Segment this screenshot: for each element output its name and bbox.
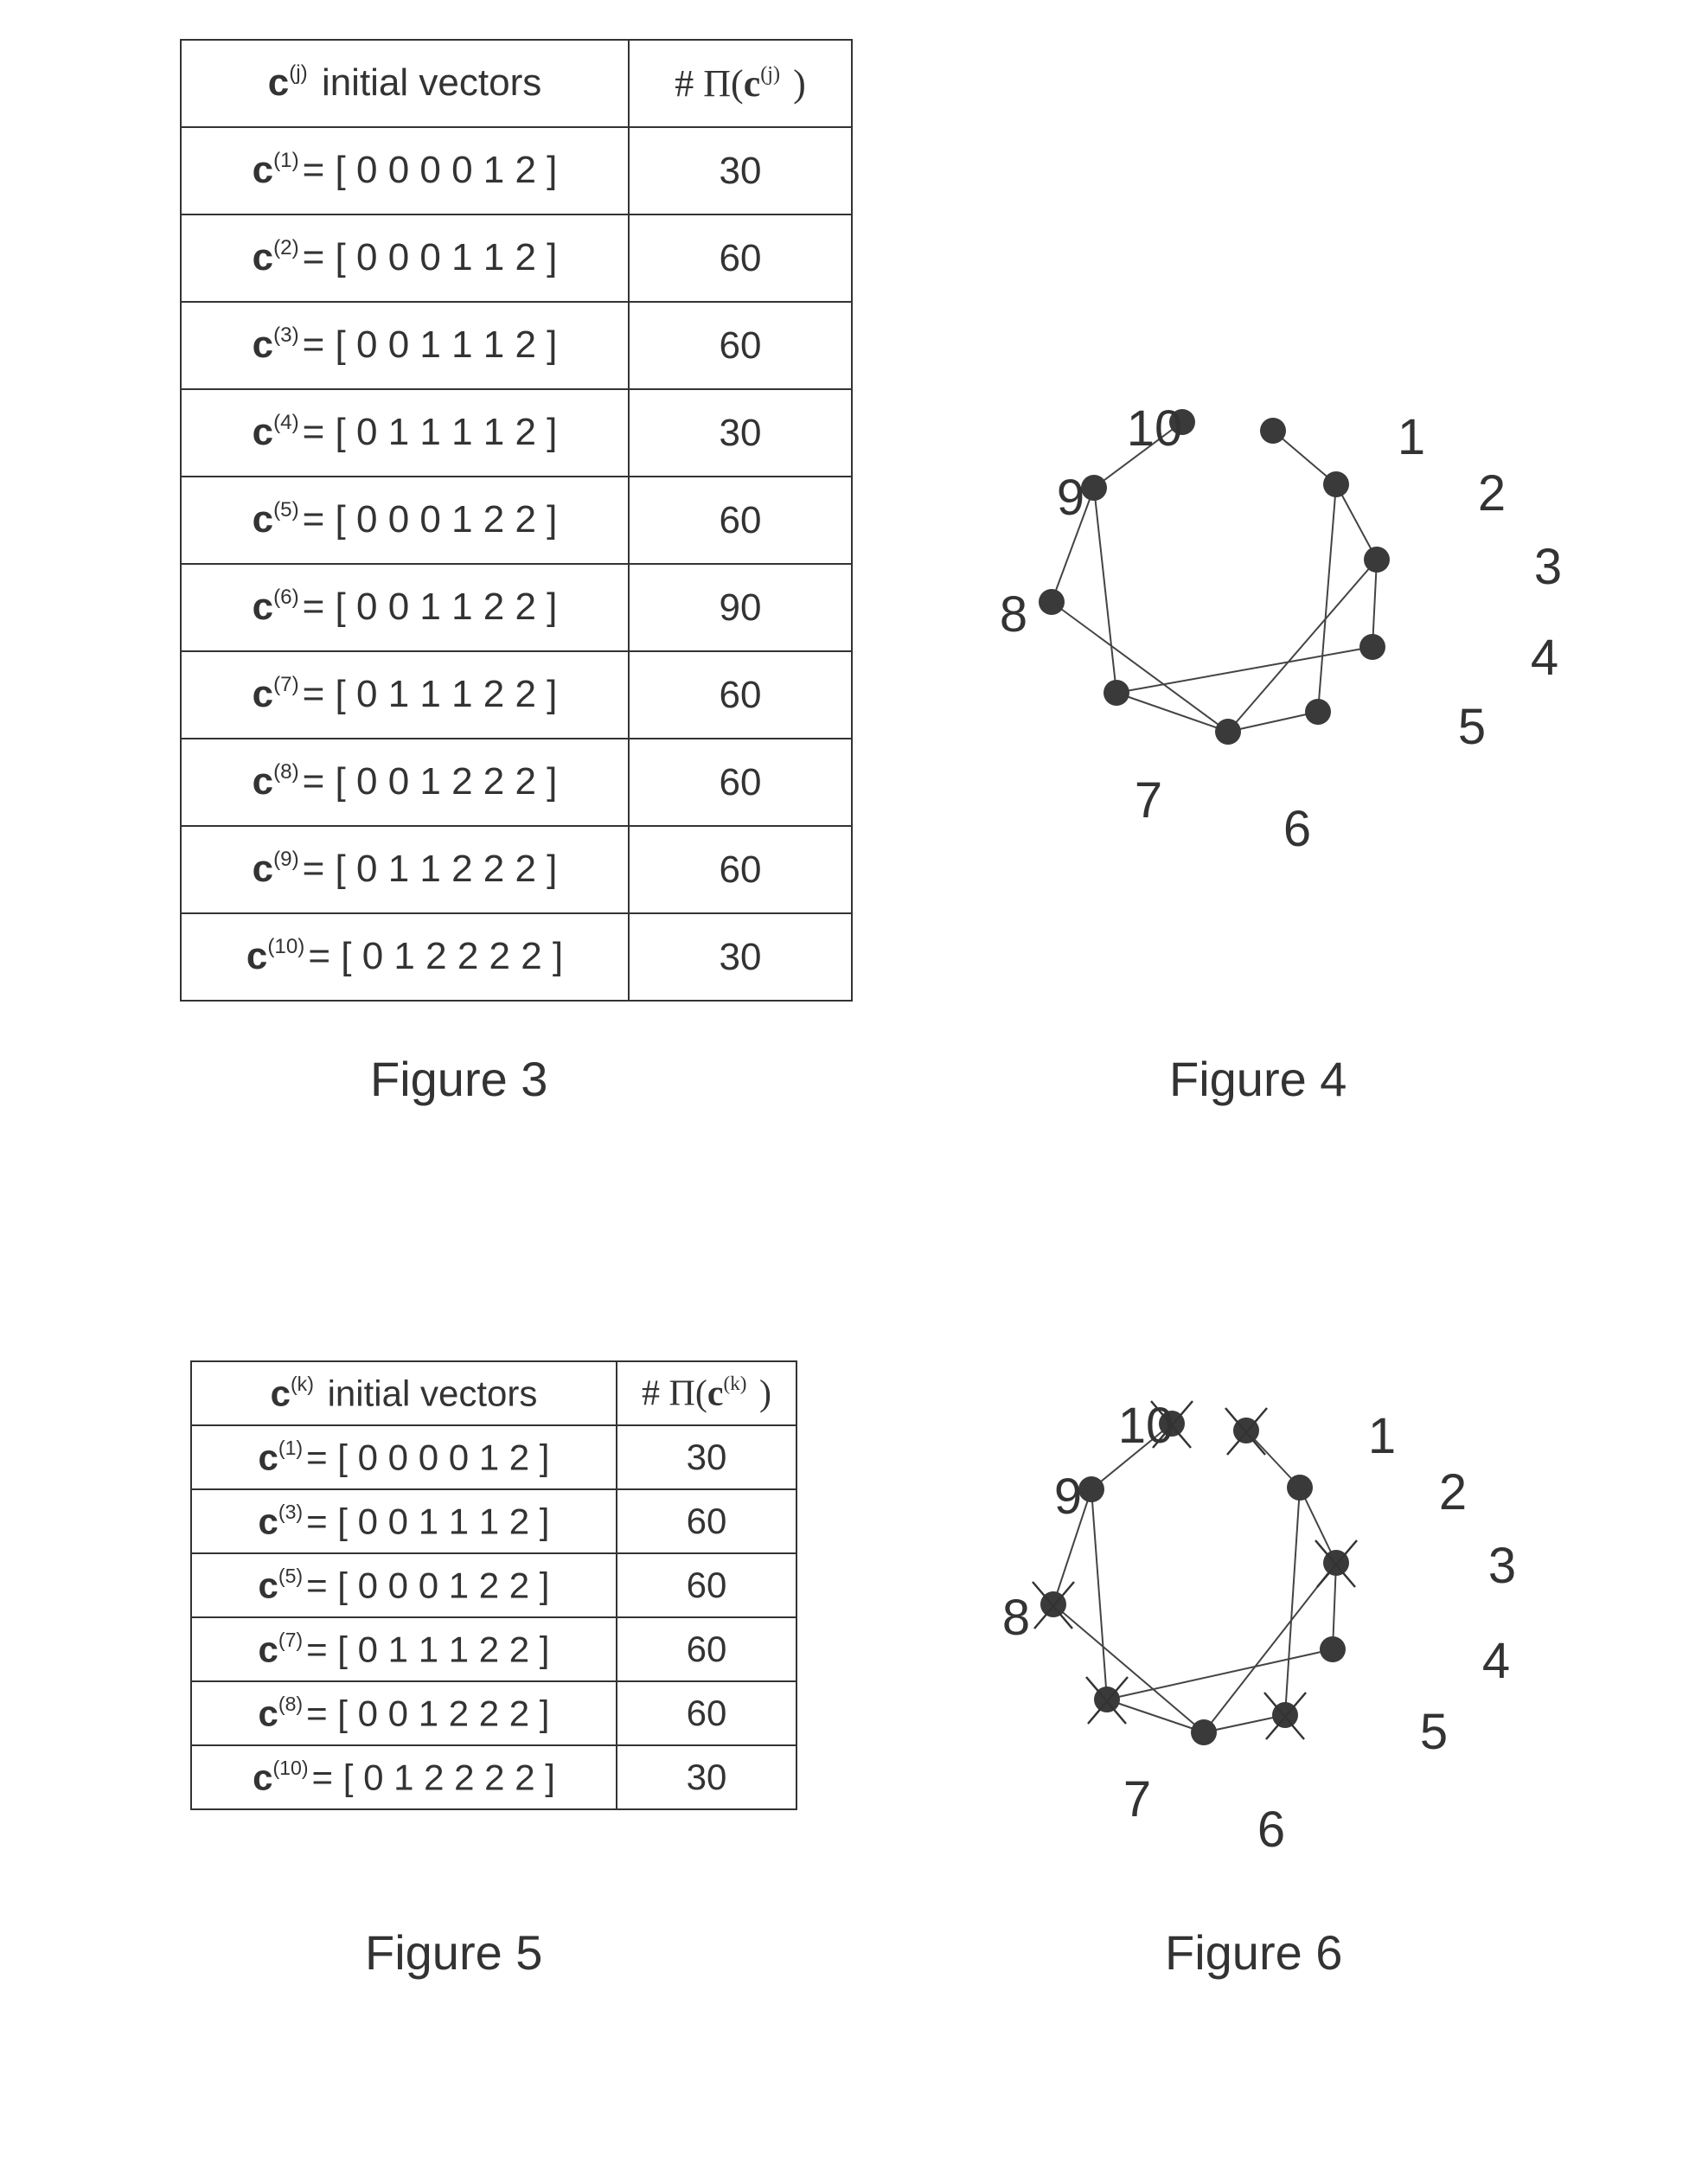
graph-node-3 [1364,547,1390,573]
node-label-4: 4 [1531,630,1558,686]
node-label-3: 3 [1488,1538,1516,1594]
figure6-graph: 123 45 6 7 8 9 10 [1002,1398,1516,1858]
graph-node-5 [1305,699,1331,725]
node-label-9: 9 [1057,470,1084,526]
graph-edge-3-6 [1227,559,1378,733]
graph-edge-2-5 [1317,483,1337,713]
node-label-2: 2 [1439,1464,1467,1520]
cross-mark-5 [1263,1692,1305,1740]
graph-edge-7-4 [1106,1648,1334,1700]
graph-edge-2-5 [1284,1487,1301,1716]
node-label-10: 10 [1118,1398,1174,1454]
graph-edge-7-6 [1116,692,1229,733]
cross-mark-1 [1225,1407,1266,1456]
node-label-5: 5 [1458,699,1486,755]
graph-node-1 [1260,418,1286,444]
cross-mark-7 [1087,1676,1129,1725]
graph-node-4 [1359,634,1385,660]
graph-node-6 [1215,719,1241,745]
cross-mark-1 [1226,1407,1268,1456]
node-label-8: 8 [1002,1590,1030,1646]
node-label-10: 10 [1127,400,1183,457]
graph-node-6 [1191,1719,1217,1745]
graph-edge-7-6 [1106,1699,1205,1733]
graph-edge-8-6 [1052,1603,1205,1733]
graph-node-4 [1320,1636,1346,1662]
graph-edge-7-4 [1116,646,1373,694]
node-label-4: 4 [1482,1633,1510,1689]
node-label-6: 6 [1283,801,1311,857]
node-label-7: 7 [1135,772,1162,829]
figure4-caption: Figure 4 [1169,1052,1347,1106]
graph-edge-8-6 [1051,601,1229,733]
graph-node-2 [1287,1475,1313,1501]
graph-node-9 [1081,475,1107,501]
graph-edge-3-6 [1203,1562,1337,1733]
figure6-caption: Figure 6 [1165,1925,1343,1980]
node-label-5: 5 [1420,1704,1448,1760]
graph-edge-3-4 [1372,559,1378,648]
graph-edge-9-7 [1091,1488,1108,1700]
figure4-graph: 123 45 6 7 8 9 10 [1000,400,1562,857]
node-label-8: 8 [1000,586,1027,643]
node-label-6: 6 [1257,1802,1285,1858]
cross-mark-3 [1316,1539,1358,1588]
node-label-1: 1 [1398,409,1425,465]
cross-mark-8 [1033,1581,1075,1629]
graph-node-8 [1039,589,1065,615]
graph-node-7 [1103,680,1129,706]
graph-node-2 [1323,471,1349,497]
node-label-2: 2 [1478,465,1506,522]
node-label-3: 3 [1534,539,1562,595]
graph-figures: 1234567891012345678910 [1000,400,1562,1858]
node-label-9: 9 [1054,1469,1082,1525]
graph-edge-3-4 [1332,1562,1337,1650]
node-label-1: 1 [1368,1408,1396,1464]
graph-edge-9-7 [1093,487,1117,694]
node-label-7: 7 [1123,1771,1151,1827]
cross-mark-8 [1032,1581,1073,1629]
graph-node-9 [1078,1476,1104,1502]
